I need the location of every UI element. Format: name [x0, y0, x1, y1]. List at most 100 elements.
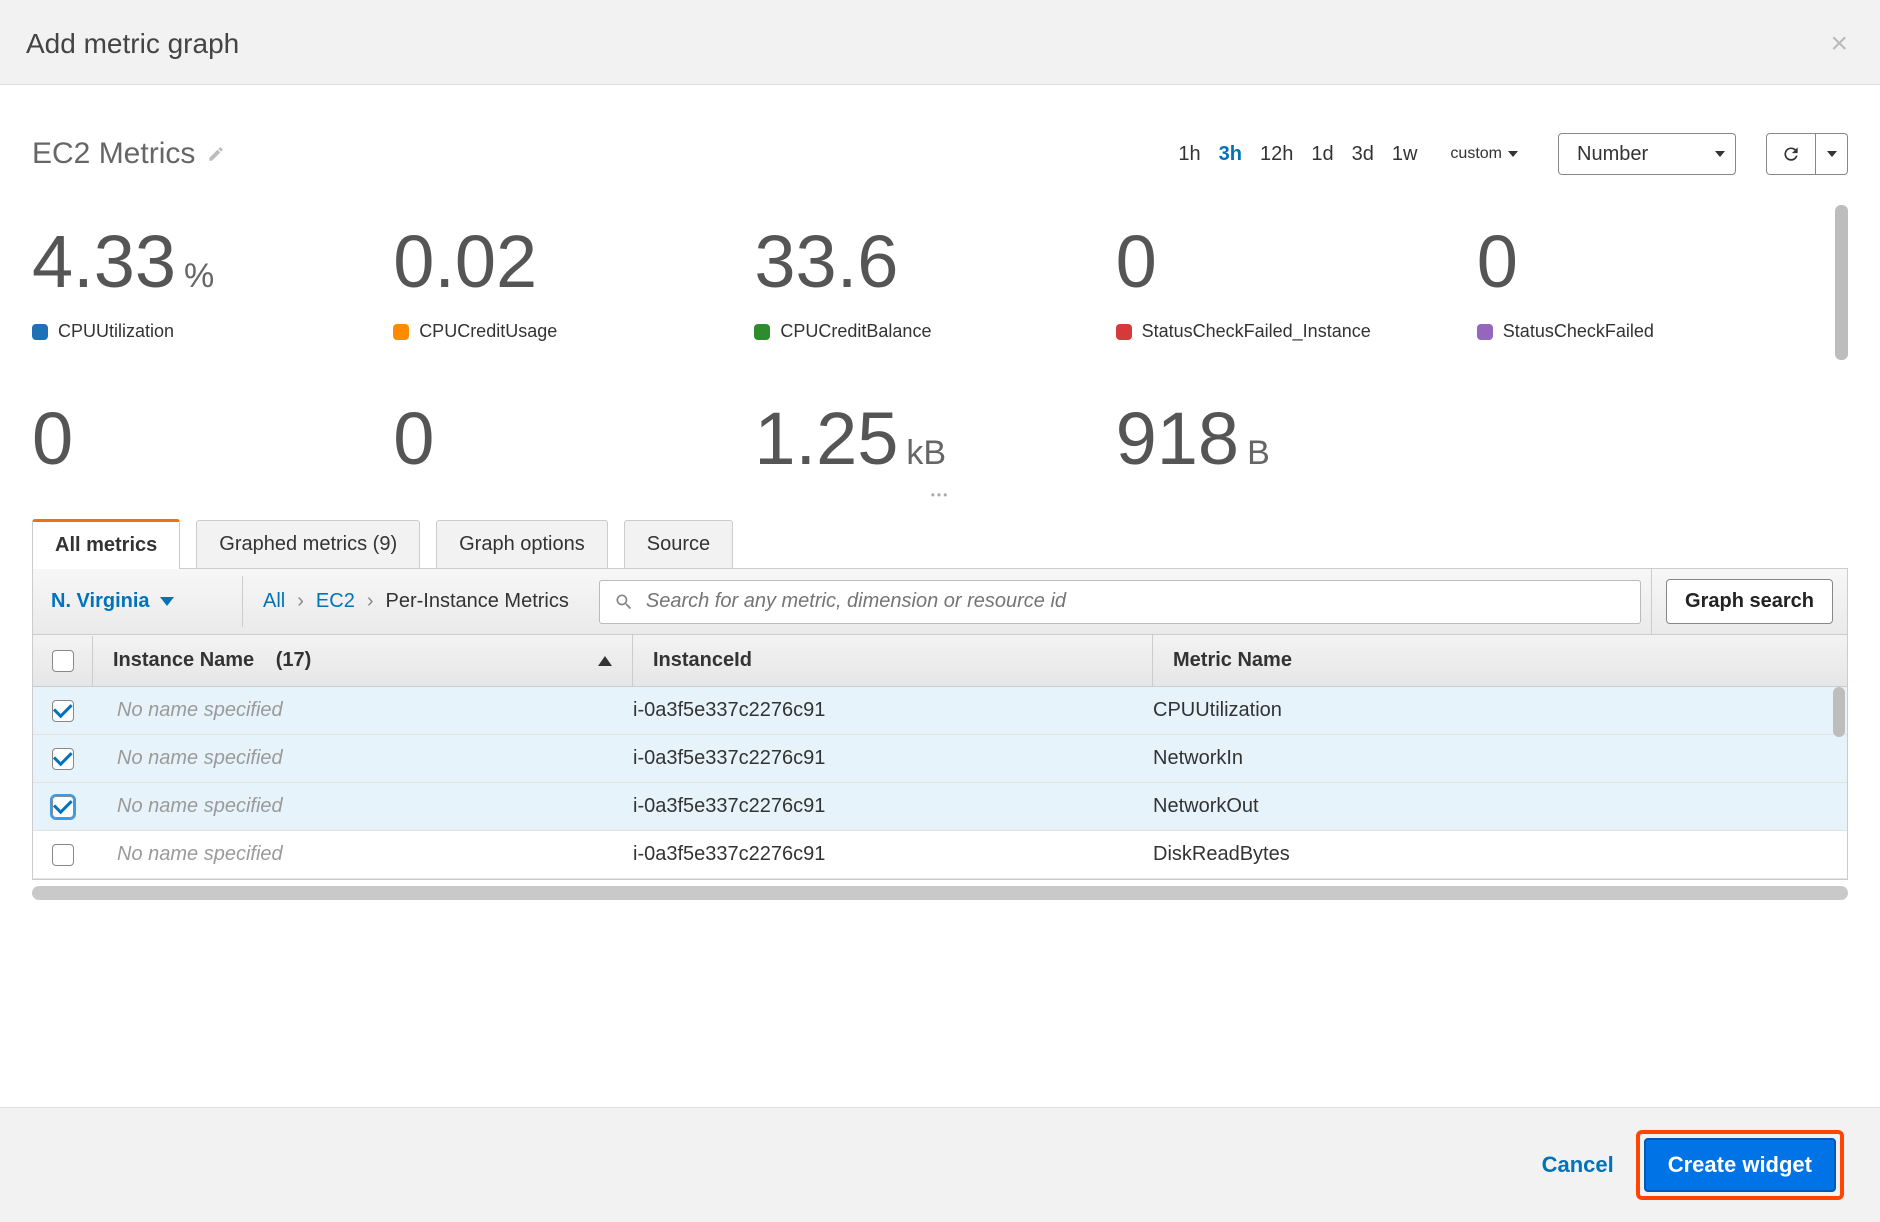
cell-instance-name: No name specified — [93, 687, 633, 734]
table-body: No name specifiedi-0a3f5e337c2276c91CPUU… — [32, 687, 1848, 880]
resize-handle[interactable]: ••• — [0, 486, 1880, 506]
column-count: (17) — [276, 649, 312, 672]
time-range-custom[interactable]: custom — [1438, 145, 1522, 163]
header-check-cell — [33, 636, 93, 686]
metric-number-cell: 918B — [1116, 402, 1457, 476]
legend-label: CPUCreditBalance — [780, 321, 931, 342]
time-range: 1h3h12h1d3d1w — [1169, 143, 1426, 166]
metric-legend: CPUCreditBalance — [754, 321, 1095, 342]
metric-unit: kB — [906, 436, 946, 470]
table-row[interactable]: No name specifiedi-0a3f5e337c2276c91CPUU… — [33, 687, 1847, 735]
cell-metric-name: NetworkOut — [1153, 783, 1847, 830]
legend-swatch — [32, 324, 48, 340]
chevron-down-icon — [160, 597, 174, 606]
caret-down-icon — [1715, 151, 1725, 157]
table-scrollbar[interactable] — [1833, 687, 1845, 737]
horizontal-scrollbar[interactable] — [32, 886, 1848, 900]
breadcrumb-current: Per-Instance Metrics — [385, 590, 568, 613]
metric-value: 0.02 — [393, 225, 734, 299]
column-label: Instance Name — [113, 649, 254, 672]
breadcrumb-ec2[interactable]: EC2 — [316, 590, 355, 613]
close-icon[interactable]: × — [1830, 29, 1848, 59]
row-checkbox[interactable] — [52, 844, 74, 866]
graph-search-button[interactable]: Graph search — [1666, 579, 1833, 624]
footer: Cancel Create widget — [0, 1107, 1880, 1222]
metric-number-cell: 0 — [32, 402, 373, 476]
metric-value: 0 — [393, 402, 734, 476]
row-checkbox[interactable] — [52, 796, 74, 818]
breadcrumb: All › EC2 › Per-Instance Metrics — [243, 590, 589, 613]
cell-check — [33, 688, 93, 734]
legend-swatch — [1477, 324, 1493, 340]
legend-label: StatusCheckFailed — [1503, 321, 1654, 342]
modal-title: Add metric graph — [26, 28, 239, 60]
tab-all-metrics[interactable]: All metrics — [32, 519, 180, 569]
refresh-button[interactable] — [1766, 133, 1816, 175]
metric-value: 4.33% — [32, 225, 373, 299]
metric-legend: CPUCreditUsage — [393, 321, 734, 342]
time-range-12h[interactable]: 12h — [1251, 143, 1302, 166]
tab-graphed-metrics[interactable]: Graphed metrics (9) — [196, 520, 420, 568]
content: EC2 Metrics 1h3h12h1d3d1w custom Number … — [0, 85, 1880, 900]
tab-graph-options[interactable]: Graph options — [436, 520, 608, 568]
row-checkbox[interactable] — [52, 748, 74, 770]
select-all-checkbox[interactable] — [52, 650, 74, 672]
metric-number-cell: 0.02 CPUCreditUsage — [393, 225, 734, 342]
metric-legend: StatusCheckFailed_Instance — [1116, 321, 1457, 342]
column-metric-name[interactable]: Metric Name — [1153, 635, 1847, 686]
refresh-icon — [1781, 144, 1801, 164]
cell-instance-id: i-0a3f5e337c2276c91 — [633, 783, 1153, 830]
tab-source[interactable]: Source — [624, 520, 733, 568]
cell-check — [33, 736, 93, 782]
column-instance-id[interactable]: InstanceId — [633, 635, 1153, 686]
column-label: Metric Name — [1173, 649, 1292, 671]
legend-label: CPUUtilization — [58, 321, 174, 342]
time-range-1w[interactable]: 1w — [1383, 143, 1427, 166]
scrollbar-thumb[interactable] — [1835, 205, 1848, 360]
refresh-dropdown[interactable] — [1816, 133, 1848, 175]
metric-legend: StatusCheckFailed — [1477, 321, 1818, 342]
vertical-scrollbar[interactable] — [1835, 205, 1848, 486]
breadcrumb-separator: › — [367, 590, 374, 613]
region-select[interactable]: N. Virginia — [33, 576, 243, 627]
cell-instance-id: i-0a3f5e337c2276c91 — [633, 831, 1153, 878]
search-input[interactable] — [646, 590, 1626, 613]
pencil-icon[interactable] — [207, 145, 225, 163]
search-icon — [614, 592, 634, 612]
filters-row: N. Virginia All › EC2 › Per-Instance Met… — [32, 569, 1848, 635]
table-row[interactable]: No name specifiedi-0a3f5e337c2276c91Netw… — [33, 783, 1847, 831]
metric-value: 0 — [32, 402, 373, 476]
time-range-1h[interactable]: 1h — [1169, 143, 1209, 166]
numbers-panel: 4.33%CPUUtilization0.02CPUCreditUsage33.… — [32, 205, 1848, 486]
time-range-3d[interactable]: 3d — [1343, 143, 1383, 166]
time-range-3h[interactable]: 3h — [1210, 143, 1251, 166]
legend-label: StatusCheckFailed_Instance — [1142, 321, 1371, 342]
time-range-1d[interactable]: 1d — [1302, 143, 1342, 166]
create-widget-button[interactable]: Create widget — [1644, 1138, 1836, 1192]
graph-title: EC2 Metrics — [32, 137, 195, 171]
metric-unit: % — [184, 259, 214, 293]
display-type-value: Number — [1577, 143, 1648, 166]
legend-swatch — [1116, 324, 1132, 340]
metric-number-cell: 4.33% CPUUtilization — [32, 225, 373, 342]
metric-value: 0 — [1477, 225, 1818, 299]
row-checkbox[interactable] — [52, 700, 74, 722]
cancel-button[interactable]: Cancel — [1542, 1152, 1614, 1178]
metric-number-cell: 0 StatusCheckFailed_Instance — [1116, 225, 1457, 342]
breadcrumb-all[interactable]: All — [263, 590, 285, 613]
title-row: EC2 Metrics 1h3h12h1d3d1w custom Number — [0, 105, 1880, 205]
cell-metric-name: NetworkIn — [1153, 735, 1847, 782]
display-type-select[interactable]: Number — [1558, 133, 1736, 175]
metric-number-cell: 0 StatusCheckFailed — [1477, 225, 1818, 342]
caret-down-icon — [1508, 151, 1518, 157]
scrollbar-thumb[interactable] — [32, 886, 1848, 900]
cell-instance-id: i-0a3f5e337c2276c91 — [633, 735, 1153, 782]
cell-metric-name: DiskReadBytes — [1153, 831, 1847, 878]
metric-number-cell: 0 — [393, 402, 734, 476]
tabs-row: All metrics Graphed metrics (9) Graph op… — [32, 518, 1848, 569]
table-row[interactable]: No name specifiedi-0a3f5e337c2276c91Netw… — [33, 735, 1847, 783]
metric-legend: CPUUtilization — [32, 321, 373, 342]
metric-value: 0 — [1116, 225, 1457, 299]
table-row[interactable]: No name specifiedi-0a3f5e337c2276c91Disk… — [33, 831, 1847, 879]
column-instance-name[interactable]: Instance Name (17) — [93, 635, 633, 686]
